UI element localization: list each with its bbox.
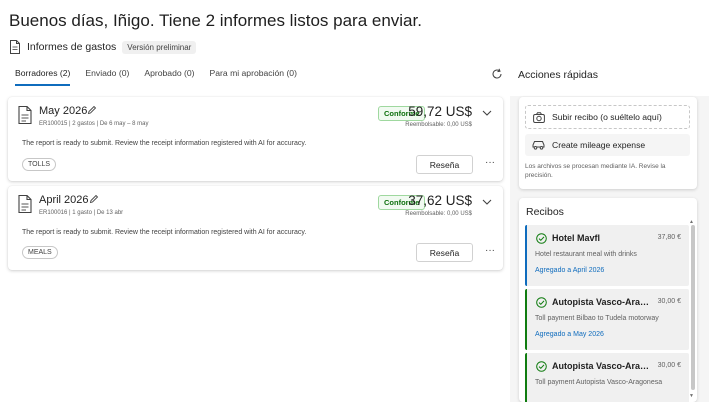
tab-submitted[interactable]: Enviado (0) bbox=[85, 68, 129, 86]
create-mileage-button[interactable]: Create mileage expense bbox=[525, 134, 690, 156]
document-icon bbox=[18, 106, 32, 124]
receipt-description: Hotel restaurant meal with drinks bbox=[535, 251, 637, 258]
category-tag: TOLLS bbox=[22, 158, 57, 171]
header-area: Buenos días, Iñigo. Tiene 2 informes lis… bbox=[0, 0, 709, 96]
more-options-button[interactable]: ··· bbox=[485, 157, 495, 168]
receipt-merchant: Autopista Vasco-Aragonesa bbox=[552, 361, 650, 371]
report-meta: ER100016 | 1 gasto | De 13 abr bbox=[39, 210, 124, 216]
receipt-description: Toll payment Bilbao to Tudela motorway bbox=[535, 315, 659, 322]
review-button[interactable]: Reseña bbox=[416, 243, 473, 262]
ai-processing-note: Los archivos se procesan mediante IA. Re… bbox=[525, 163, 666, 179]
car-icon bbox=[532, 141, 545, 150]
quick-actions-title: Acciones rápidas bbox=[518, 69, 598, 81]
receipt-item[interactable]: Autopista Vasco-Aragonesa 30,00 € Toll p… bbox=[525, 289, 689, 350]
pencil-icon[interactable] bbox=[87, 105, 97, 115]
reimbursable-amount: Reembolsable: 0,00 US$ bbox=[405, 211, 472, 217]
receipt-item[interactable]: Hotel Mavfl 37,80 € Hotel restaurant mea… bbox=[525, 225, 689, 286]
receipt-merchant: Autopista Vasco-Aragonesa bbox=[552, 297, 650, 307]
check-circle-icon bbox=[536, 361, 547, 372]
reports-pane: May 2026 ER100015 | 2 gastos | De 6 may … bbox=[0, 90, 510, 402]
chevron-down-icon[interactable] bbox=[482, 198, 492, 206]
report-meta: ER100015 | 2 gastos | De 6 may – 8 may bbox=[39, 121, 149, 127]
quick-actions-card: Subir recibo (o suéltelo aquí) Create mi… bbox=[519, 97, 697, 189]
upload-receipt-label: Subir recibo (o suéltelo aquí) bbox=[552, 112, 662, 122]
receipt-amount: 30,00 € bbox=[657, 298, 681, 305]
pencil-icon[interactable] bbox=[89, 194, 99, 204]
section-heading: Informes de gastos Versión preliminar bbox=[9, 40, 197, 54]
report-note: The report is ready to submit. Review th… bbox=[22, 229, 307, 236]
greeting-heading: Buenos días, Iñigo. Tiene 2 informes lis… bbox=[9, 11, 422, 30]
tab-for-my-approval[interactable]: Para mi aprobación (0) bbox=[210, 68, 297, 86]
preview-badge: Versión preliminar bbox=[122, 40, 197, 54]
create-mileage-label: Create mileage expense bbox=[552, 140, 646, 150]
check-circle-icon bbox=[536, 297, 547, 308]
receipt-item[interactable]: Autopista Vasco-Aragonesa 30,00 € Toll p… bbox=[525, 353, 689, 402]
more-options-button[interactable]: ··· bbox=[485, 245, 495, 256]
receipt-report-link[interactable]: Agregado a April 2026 bbox=[535, 267, 604, 274]
side-pane: Subir recibo (o suéltelo aquí) Create mi… bbox=[511, 90, 709, 402]
receipt-report-link[interactable]: Agregado a May 2026 bbox=[535, 331, 604, 338]
camera-icon bbox=[533, 111, 545, 123]
receipts-scrollbar[interactable] bbox=[691, 225, 695, 390]
upload-receipt-dropzone[interactable]: Subir recibo (o suéltelo aquí) bbox=[525, 105, 690, 129]
tab-drafts[interactable]: Borradores (2) bbox=[15, 68, 71, 86]
receipt-amount: 37,80 € bbox=[657, 234, 681, 241]
report-tabs: Borradores (2) Enviado (0) Aprobado (0) … bbox=[15, 68, 297, 86]
check-circle-icon bbox=[536, 233, 547, 244]
category-tag: MEALS bbox=[22, 246, 58, 259]
tab-approved[interactable]: Aprobado (0) bbox=[144, 68, 194, 86]
reimbursable-amount: Reembolsable: 0,00 US$ bbox=[405, 122, 472, 128]
receipt-amount: 30,00 € bbox=[657, 362, 681, 369]
review-button[interactable]: Reseña bbox=[416, 155, 473, 174]
section-title: Informes de gastos bbox=[27, 41, 117, 53]
report-amount: 37,62 US$ bbox=[408, 193, 472, 208]
receipts-card: Recibos Hotel Mavfl 37,80 € Hotel restau… bbox=[519, 198, 697, 402]
receipts-title: Recibos bbox=[526, 206, 564, 218]
chevron-down-icon[interactable] bbox=[482, 109, 492, 117]
scroll-down-arrow[interactable]: ▼ bbox=[689, 393, 694, 399]
report-month: April 2026 bbox=[39, 194, 89, 206]
report-card[interactable]: April 2026 ER100016 | 1 gasto | De 13 ab… bbox=[8, 186, 503, 270]
document-icon bbox=[18, 195, 32, 213]
document-icon bbox=[10, 40, 20, 54]
refresh-icon[interactable] bbox=[491, 68, 503, 80]
report-amount: 59,72 US$ bbox=[408, 104, 472, 119]
report-note: The report is ready to submit. Review th… bbox=[22, 140, 307, 147]
report-month: May 2026 bbox=[39, 105, 88, 117]
receipt-description: Toll payment Autopista Vasco-Aragonesa bbox=[535, 379, 663, 386]
report-card[interactable]: May 2026 ER100015 | 2 gastos | De 6 may … bbox=[8, 97, 503, 181]
receipt-merchant: Hotel Mavfl bbox=[552, 233, 601, 243]
